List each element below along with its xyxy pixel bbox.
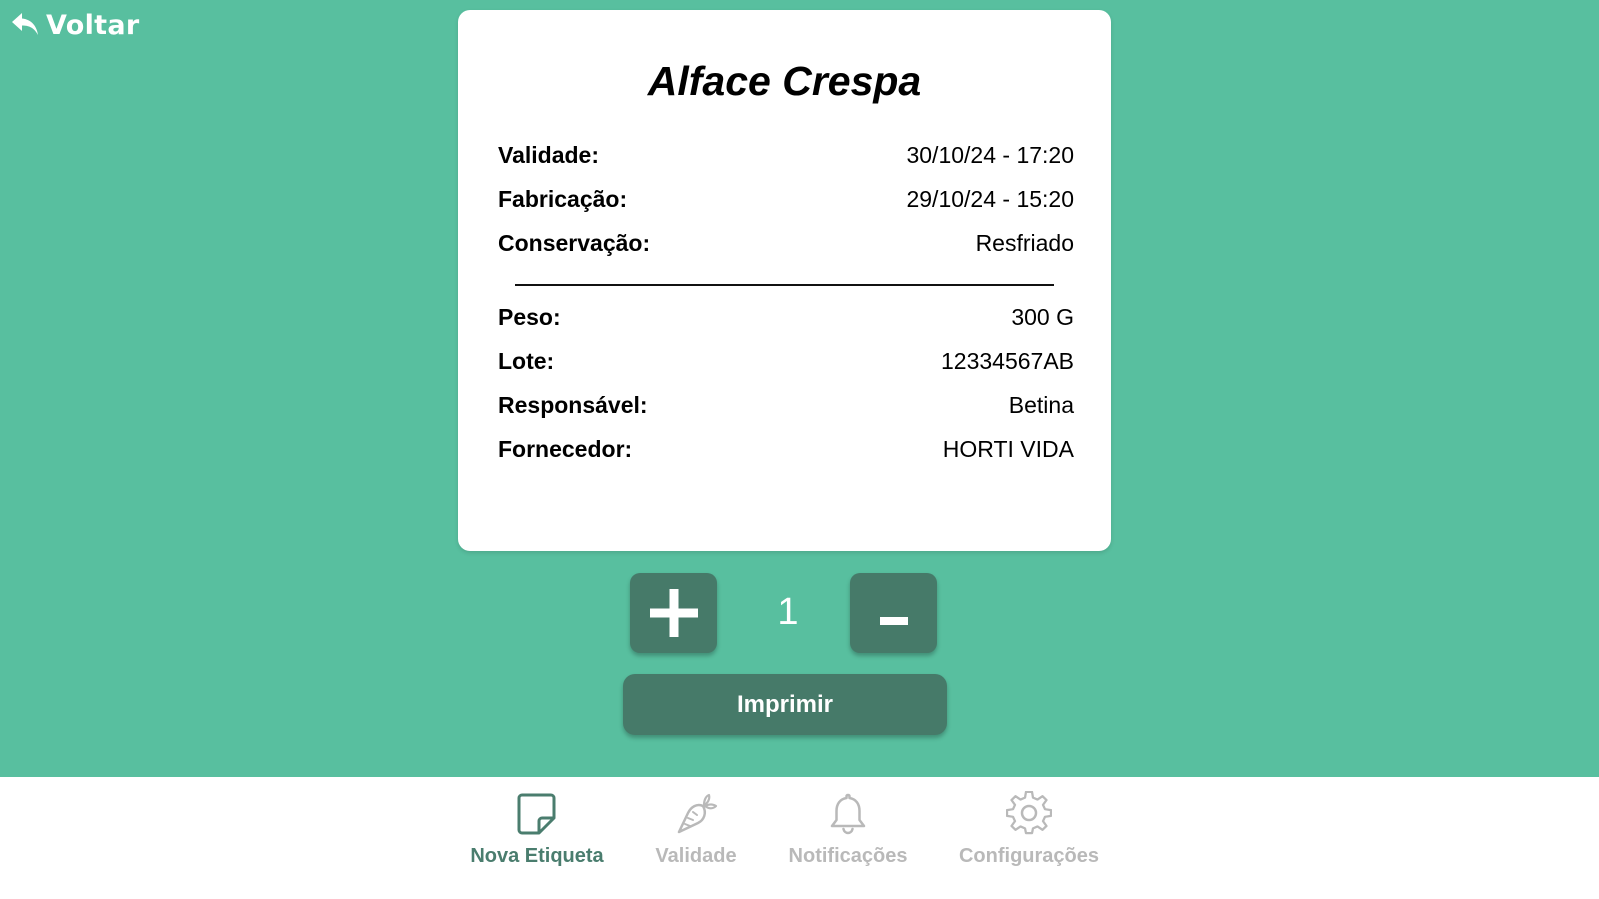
minus-icon <box>879 617 908 625</box>
info-row-peso: Peso: 300 G <box>498 302 1074 332</box>
label-card: Alface Crespa Validade: 30/10/24 - 17:20… <box>458 10 1111 551</box>
info-value: Resfriado <box>975 229 1074 256</box>
back-label: Voltar <box>46 9 140 41</box>
nav-label: Nova Etiqueta <box>470 845 604 867</box>
bottom-nav: Nova Etiqueta Validade Notificações Conf… <box>0 777 1599 899</box>
info-value: 29/10/24 - 15:20 <box>906 185 1074 212</box>
info-row-lote: Lote: 12334567AB <box>498 346 1074 376</box>
info-row-validade: Validade: 30/10/24 - 17:20 <box>498 140 1074 170</box>
back-button[interactable]: Voltar <box>10 8 139 42</box>
nav-label: Notificações <box>788 845 908 867</box>
info-row-responsavel: Responsável: Betina <box>498 390 1074 420</box>
info-row-fabricacao: Fabricação: 29/10/24 - 15:20 <box>498 184 1074 214</box>
info-key: Fornecedor: <box>498 435 633 462</box>
info-key: Responsável: <box>498 391 648 418</box>
nav-item-nova-etiqueta[interactable]: Nova Etiqueta <box>467 791 607 868</box>
info-row-conservacao: Conservação: Resfriado <box>498 228 1074 258</box>
info-row-fornecedor: Fornecedor: HORTI VIDA <box>498 434 1074 464</box>
reply-arrow-icon <box>12 13 38 35</box>
plus-icon <box>649 589 698 637</box>
info-value: 30/10/24 - 17:20 <box>906 141 1074 168</box>
main-area: Voltar Alface Crespa Validade: 30/10/24 … <box>0 0 1599 777</box>
nav-label: Validade <box>655 845 737 867</box>
decrement-button[interactable] <box>850 573 937 653</box>
carrot-icon <box>677 793 718 834</box>
increment-button[interactable] <box>630 573 717 653</box>
divider <box>515 284 1054 286</box>
gear-icon <box>1006 791 1052 835</box>
nav-label: Configurações <box>958 845 1100 867</box>
info-key: Fabricação: <box>498 185 628 212</box>
info-key: Lote: <box>498 347 555 374</box>
info-key: Conservação: <box>498 229 651 256</box>
nav-item-notificacoes[interactable]: Notificações <box>784 791 912 868</box>
print-button[interactable]: Imprimir <box>623 674 947 735</box>
nav-item-configuracoes[interactable]: Configurações <box>952 791 1106 868</box>
info-value: Betina <box>1008 391 1074 418</box>
info-key: Validade: <box>498 141 599 168</box>
quantity-value: 1 <box>777 591 799 633</box>
bell-icon <box>830 793 866 835</box>
info-value: 300 G <box>1011 303 1074 330</box>
product-title: Alface Crespa <box>647 58 922 104</box>
info-value: 12334567AB <box>940 347 1074 374</box>
info-value: HORTI VIDA <box>942 435 1074 462</box>
info-key: Peso: <box>498 303 561 330</box>
sticky-note-icon <box>517 793 556 835</box>
nav-item-validade[interactable]: Validade <box>640 791 752 868</box>
